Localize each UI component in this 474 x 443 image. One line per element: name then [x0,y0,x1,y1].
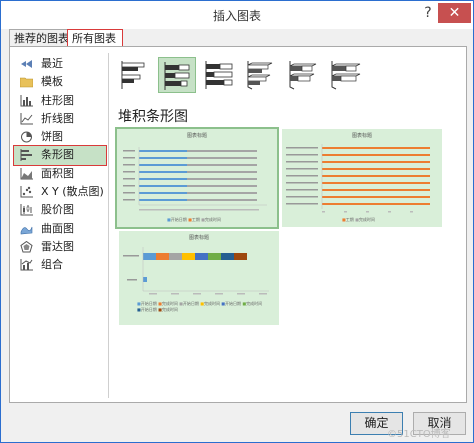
subtype-title: 堆积条形图 [118,109,188,125]
subtype-clustered-bar[interactable] [116,57,154,93]
category-label: 饼图 [41,130,63,144]
category-stock[interactable]: 股价图 [14,201,106,219]
category-label: 条形图 [41,148,74,162]
all-charts-panel: 最近 模板 柱形图 折线图 饼图 条形图 面积图 X Y (散点图) 股价图 曲… [9,46,467,403]
line-chart-icon [20,112,33,125]
category-area[interactable]: 面积图 [14,165,106,183]
category-label: 曲面图 [41,221,74,235]
dialog-title: 插入图表 [212,9,261,23]
category-surface[interactable]: 曲面图 [14,220,106,238]
category-label: 模板 [41,75,63,89]
chart-preview-3[interactable]: 图表标题 ■开始日期 ■完成时间 ■开始日期 ■完成时间 ■开始日期 ■完成时间… [119,231,279,325]
3d-clustered-bar-icon [247,61,273,90]
bar-chart-icon [20,149,32,162]
stock-chart-icon [20,204,33,216]
category-radar[interactable]: 雷达图 [14,238,106,256]
100-stacked-bar-icon [205,61,233,89]
scatter-chart-icon [20,186,33,198]
preview-legend: ■开始日期 ■完成时间 ■开始日期 ■完成时间 ■开始日期 ■完成时间 ■开始日… [137,301,263,312]
category-label: 组合 [41,258,63,272]
recent-icon [21,60,32,68]
category-scatter[interactable]: X Y (散点图) [14,183,106,201]
chart-category-list: 最近 模板 柱形图 折线图 饼图 条形图 面积图 X Y (散点图) 股价图 曲… [13,55,107,275]
chart-preview-2[interactable]: 图表标题 ■工期 ■完成时间 [282,129,442,227]
area-chart-icon [20,167,33,180]
category-combo[interactable]: 组合 [14,256,106,274]
column-chart-icon [20,94,33,107]
panel-divider [108,53,109,398]
pie-chart-icon [21,131,32,143]
subtype-3d-stacked-bar[interactable] [284,57,322,93]
3d-100-stacked-bar-icon [331,61,361,90]
category-bar[interactable]: 条形图 [13,145,107,166]
tab-recommended-charts[interactable]: 推荐的图表 [9,29,69,47]
surface-chart-icon [20,226,33,235]
clustered-bar-icon [121,61,145,89]
preview-legend: ■开始日期 ■工期 ■完成时间 [167,217,221,222]
category-label: 折线图 [41,111,74,125]
category-pie[interactable]: 饼图 [14,128,106,146]
category-templates[interactable]: 模板 [14,73,106,91]
category-label: X Y (散点图) [41,185,104,199]
folder-icon [20,77,33,88]
category-column[interactable]: 柱形图 [14,92,106,110]
chart-preview-1[interactable]: 图表标题 ■开始日期 ■工期 ■完成时间 [115,127,279,229]
subtype-3d-100-stacked-bar[interactable] [326,57,364,93]
insert-chart-dialog: 插入图表 ? ✕ 推荐的图表 所有图表 最近 模板 柱形图 折线图 饼图 条形图… [0,0,474,443]
3d-stacked-bar-icon [289,61,317,90]
subtype-100-stacked-bar[interactable] [200,57,238,93]
preview-2-bars [286,144,430,213]
category-recent[interactable]: 最近 [14,55,106,73]
close-button[interactable]: ✕ [438,3,471,23]
category-label: 雷达图 [41,239,74,253]
combo-chart-icon [20,259,33,271]
category-label: 最近 [41,57,63,70]
subtype-stacked-bar[interactable] [158,57,196,93]
category-label: 面积图 [41,166,74,180]
stacked-bar-icon [164,62,190,90]
category-label: 柱形图 [41,93,74,107]
category-label: 股价图 [41,203,74,217]
category-line[interactable]: 折线图 [14,110,106,128]
subtype-3d-clustered-bar[interactable] [242,57,280,93]
watermark: ©51CTO博客 [387,429,451,440]
preview-1-bars [123,147,267,211]
title-bar: 插入图表 ? ✕ [1,1,473,29]
preview-legend: ■工期 ■完成时间 [342,217,375,222]
radar-chart-icon [20,240,33,253]
